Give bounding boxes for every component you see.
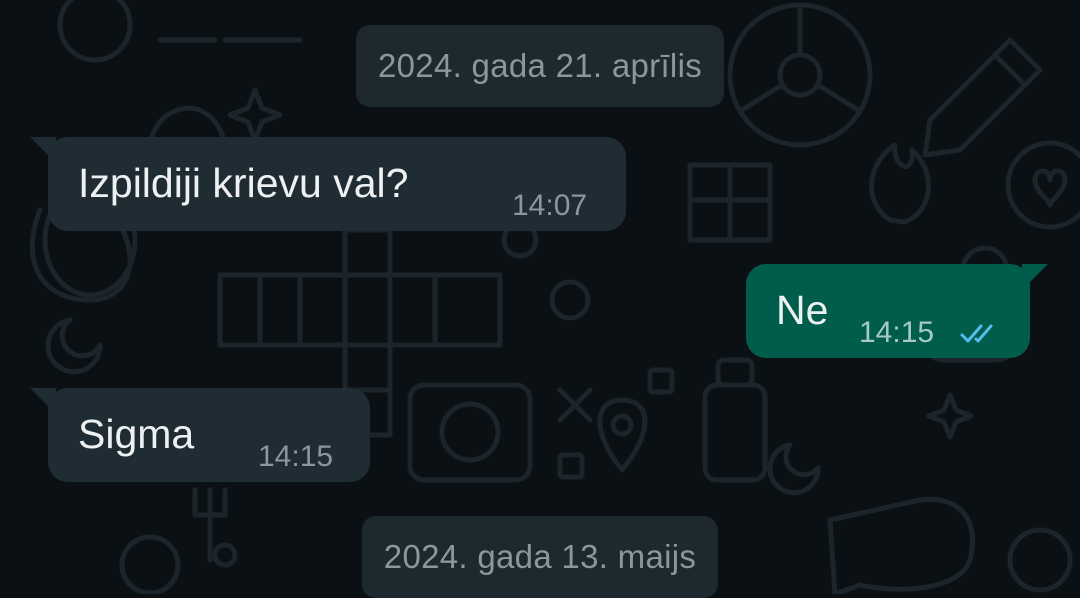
date-separator: 2024. gada 21. aprīlis: [356, 25, 724, 107]
date-separator: 2024. gada 13. maijs: [361, 516, 719, 598]
bubble-tail: [30, 137, 56, 163]
message-time: 14:15: [258, 440, 334, 473]
message-time: 14:07: [512, 189, 588, 222]
date-separator-label: 2024. gada 13. maijs: [383, 538, 697, 575]
message-text: Izpildiji krievu val?: [78, 160, 409, 206]
message-text: Ne: [776, 287, 829, 333]
bubble-tail: [1022, 264, 1048, 290]
incoming-message-bubble[interactable]: Izpildiji krievu val? 14:07: [30, 137, 626, 231]
incoming-message-bubble[interactable]: Sigma 14:15: [30, 388, 370, 482]
message-time: 14:15: [859, 316, 935, 349]
date-separator-label: 2024. gada 21. aprīlis: [378, 47, 702, 84]
double-check-icon: [960, 324, 993, 343]
message-text: Sigma: [78, 411, 195, 457]
bubble-tail: [30, 388, 56, 414]
outgoing-message-bubble[interactable]: Ne 14:15: [746, 264, 1048, 358]
